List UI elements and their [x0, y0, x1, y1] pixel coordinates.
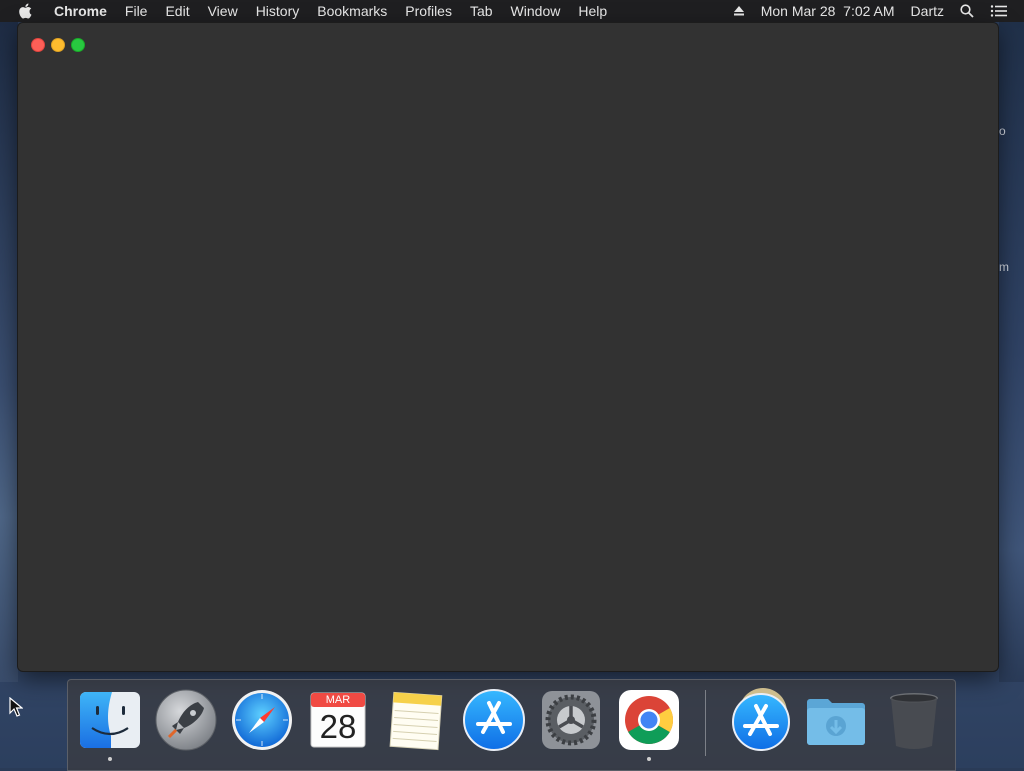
menu-bar-extras: Mon Mar 28 7:02 AM Dartz — [733, 0, 1024, 22]
desktop-partial-text: m — [999, 260, 1009, 274]
safari-icon — [232, 690, 292, 750]
dock-notes[interactable] — [384, 688, 448, 752]
system-preferences-icon — [542, 691, 600, 749]
launchpad-icon — [155, 689, 217, 751]
dock-finder[interactable] — [78, 688, 142, 761]
dock-system-preferences[interactable] — [539, 688, 603, 752]
menu-help[interactable]: Help — [578, 3, 607, 19]
notification-center-icon[interactable] — [990, 4, 1008, 18]
dock-launchpad[interactable] — [154, 688, 218, 752]
dock-downloads-folder[interactable] — [804, 688, 868, 752]
desktop-wallpaper-left — [0, 22, 18, 682]
menu-bar: Chrome File Edit View History Bookmarks … — [0, 0, 1024, 22]
menu-history[interactable]: History — [256, 3, 300, 19]
app-store-icon — [463, 689, 525, 751]
window-minimize-button[interactable] — [51, 38, 65, 52]
window-maximize-button[interactable] — [71, 38, 85, 52]
menu-bookmarks[interactable]: Bookmarks — [317, 3, 387, 19]
chrome-icon — [619, 690, 679, 750]
trash-icon — [890, 693, 938, 749]
dock-app-store[interactable] — [462, 688, 526, 752]
menu-clock[interactable]: Mon Mar 28 7:02 AM — [761, 3, 895, 19]
mouse-cursor-icon — [9, 697, 23, 717]
dock-google-chrome[interactable] — [617, 688, 681, 761]
running-indicator — [108, 757, 112, 761]
spotlight-search-icon[interactable] — [960, 4, 974, 18]
eject-icon[interactable] — [733, 5, 745, 17]
dock-applications-stack[interactable] — [729, 688, 793, 752]
desktop-partial-text: o — [999, 124, 1006, 138]
menu-file[interactable]: File — [125, 3, 148, 19]
dock: MAR 28 — [67, 679, 956, 771]
running-indicator — [647, 757, 651, 761]
calendar-month: MAR — [325, 694, 351, 706]
dock-calendar[interactable]: MAR 28 — [306, 688, 370, 752]
downloads-folder-icon — [807, 699, 865, 745]
menu-profiles[interactable]: Profiles — [405, 3, 452, 19]
menu-tab[interactable]: Tab — [470, 3, 493, 19]
window-close-button[interactable] — [31, 38, 45, 52]
apple-icon[interactable] — [18, 3, 34, 19]
dock-separator — [705, 690, 706, 756]
menu-window[interactable]: Window — [511, 3, 561, 19]
menu-edit[interactable]: Edit — [165, 3, 189, 19]
calendar-day: 28 — [319, 708, 357, 745]
desktop-wallpaper-right: o m — [999, 22, 1024, 682]
notes-icon — [389, 691, 443, 751]
app-store-stack-icon — [732, 688, 790, 751]
dock-safari[interactable] — [230, 688, 294, 752]
menu-app-chrome[interactable]: Chrome — [54, 3, 107, 19]
finder-icon — [80, 692, 140, 748]
menu-user[interactable]: Dartz — [911, 3, 944, 19]
chrome-window — [18, 23, 998, 671]
dock-trash[interactable] — [882, 688, 946, 752]
menu-view[interactable]: View — [208, 3, 238, 19]
